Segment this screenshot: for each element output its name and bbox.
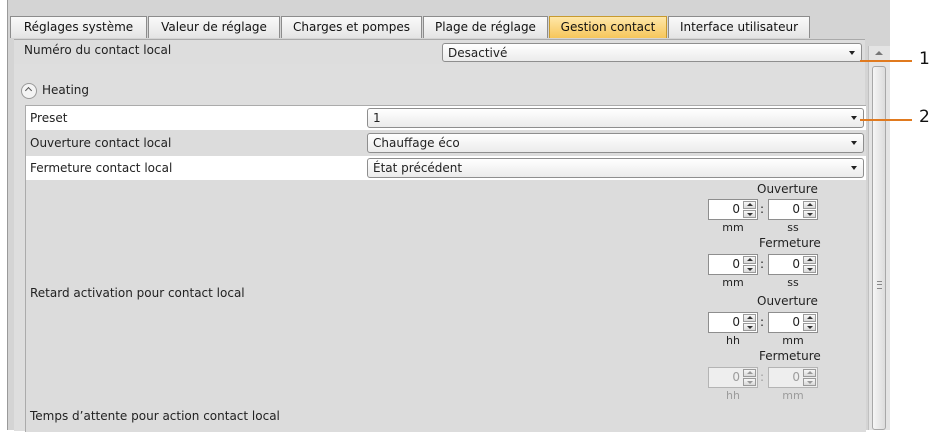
- spin-down-icon: [743, 378, 756, 386]
- spin-up-icon: [743, 369, 756, 377]
- wait-opening-title: Ouverture: [757, 294, 818, 308]
- activation-opening-title: Ouverture: [757, 182, 818, 196]
- tab-interface-utilisateur[interactable]: Interface utilisateur: [668, 16, 810, 38]
- activation-closing-minutes[interactable]: 0: [708, 254, 758, 275]
- time-separator: :: [760, 257, 765, 271]
- wait-opening-minutes[interactable]: 0: [768, 312, 818, 333]
- spin-down-icon[interactable]: [803, 265, 816, 273]
- unit-label: hh: [726, 389, 740, 402]
- gestion-contact-content: Numéro du contact local Desactivé Heatin…: [14, 39, 866, 432]
- local-contact-label: Numéro du contact local: [24, 43, 172, 57]
- vertical-scrollbar[interactable]: [868, 46, 890, 430]
- preset-select[interactable]: 1: [367, 108, 864, 128]
- spin-up-icon: [803, 369, 816, 377]
- closing-label: Fermeture contact local: [30, 161, 173, 175]
- unit-label: ss: [787, 221, 799, 234]
- callout-line-2: [860, 119, 912, 121]
- callout-number-2: 2: [919, 107, 930, 127]
- callout-number-1: 1: [919, 49, 930, 69]
- tab-valeur-de-reglage[interactable]: Valeur de réglage: [148, 16, 280, 38]
- local-contact-value: Desactivé: [448, 46, 508, 60]
- closing-select[interactable]: État précédent: [367, 158, 864, 178]
- spin-up-icon[interactable]: [803, 314, 816, 322]
- chevron-down-icon: [851, 141, 857, 145]
- preset-label: Preset: [30, 111, 68, 125]
- wait-time-label: Temps d’attente pour action contact loca…: [30, 409, 280, 423]
- tab-gestion-contact[interactable]: Gestion contact: [549, 16, 667, 38]
- wait-closing-hours: 0: [708, 367, 758, 388]
- opening-value: Chauffage éco: [373, 136, 460, 150]
- opening-label: Ouverture contact local: [30, 136, 172, 150]
- callout-line-1: [860, 60, 912, 62]
- local-contact-row: Numéro du contact local Desactivé: [14, 40, 865, 64]
- wait-closing-title: Fermeture: [759, 349, 821, 363]
- preset-row: Preset 1: [26, 106, 866, 130]
- spin-up-icon[interactable]: [743, 314, 756, 322]
- unit-label: ss: [787, 276, 799, 289]
- wait-closing-minutes: 0: [768, 367, 818, 388]
- closing-row: Fermeture contact local État précédent: [26, 156, 866, 180]
- time-separator: :: [760, 370, 765, 384]
- time-separator: :: [760, 202, 765, 216]
- chevron-down-icon: [851, 116, 857, 120]
- spin-up-icon[interactable]: [803, 256, 816, 264]
- unit-label: mm: [782, 334, 804, 347]
- closing-value: État précédent: [373, 161, 463, 175]
- chevron-down-icon: [849, 51, 855, 55]
- unit-label: hh: [726, 334, 740, 347]
- activation-delay-label: Retard activation pour contact local: [30, 286, 245, 300]
- spin-down-icon[interactable]: [743, 323, 756, 331]
- spin-down-icon: [803, 378, 816, 386]
- tab-reglages-systeme[interactable]: Réglages système: [10, 16, 147, 38]
- unit-label: mm: [782, 389, 804, 402]
- tab-charges-et-pompes[interactable]: Charges et pompes: [281, 16, 422, 38]
- spin-down-icon[interactable]: [743, 210, 756, 218]
- activation-closing-seconds[interactable]: 0: [768, 254, 818, 275]
- activation-opening-minutes[interactable]: 0: [708, 199, 758, 220]
- chevron-down-icon: [851, 166, 857, 170]
- collapse-heating-icon[interactable]: [21, 83, 37, 99]
- unit-label: mm: [722, 276, 744, 289]
- time-separator: :: [760, 315, 765, 329]
- spin-down-icon[interactable]: [803, 323, 816, 331]
- heating-panel: Preset 1 Ouverture contact local Chauffa…: [25, 105, 866, 432]
- spin-down-icon[interactable]: [803, 210, 816, 218]
- heating-section-title: Heating: [42, 83, 90, 97]
- spin-up-icon[interactable]: [743, 201, 756, 209]
- opening-select[interactable]: Chauffage éco: [367, 133, 864, 153]
- tab-plage-de-reglage[interactable]: Plage de réglage: [423, 16, 548, 38]
- preset-value: 1: [373, 111, 381, 125]
- settings-window: Réglages système Valeur de réglage Charg…: [7, 0, 890, 432]
- grip-icon: [877, 281, 882, 289]
- scroll-up-icon[interactable]: [875, 51, 883, 55]
- wait-opening-hours[interactable]: 0: [708, 312, 758, 333]
- unit-label: mm: [722, 221, 744, 234]
- tab-bar: Réglages système Valeur de réglage Charg…: [8, 16, 890, 39]
- activation-closing-title: Fermeture: [759, 236, 821, 250]
- activation-opening-seconds[interactable]: 0: [768, 199, 818, 220]
- local-contact-select[interactable]: Desactivé: [442, 43, 862, 62]
- spin-up-icon[interactable]: [743, 256, 756, 264]
- spin-down-icon[interactable]: [743, 265, 756, 273]
- spin-up-icon[interactable]: [803, 201, 816, 209]
